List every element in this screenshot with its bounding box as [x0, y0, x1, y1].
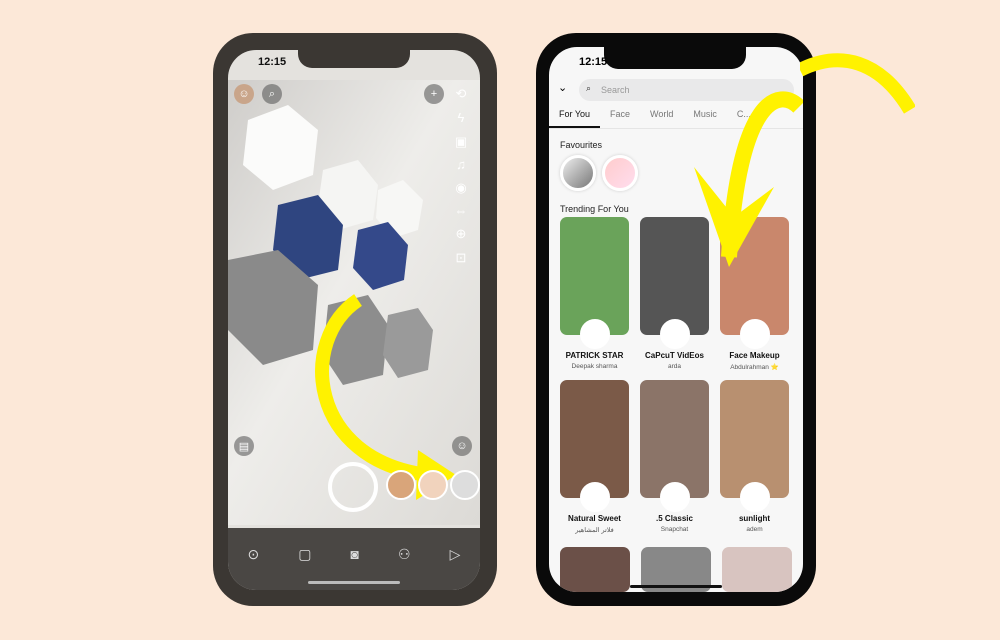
music-icon[interactable]: ♫	[452, 157, 470, 172]
lens-avatar	[739, 319, 770, 349]
lens-author[interactable]: Deepak sharma	[560, 363, 629, 370]
scan-icon[interactable]: ⊡	[452, 250, 470, 266]
lens-name: Face Makeup	[729, 351, 780, 360]
tab-world[interactable]: World	[640, 109, 683, 128]
home-indicator	[308, 581, 400, 584]
shutter-button[interactable]	[328, 462, 378, 512]
home-indicator	[630, 585, 722, 588]
lens-item[interactable]	[386, 470, 416, 500]
avatar[interactable]: ☺	[234, 84, 254, 104]
lens-card[interactable]: Natural Sweet فلاتر المشاهير	[560, 380, 629, 534]
lens-name: CaPcuT VidEos	[645, 351, 704, 360]
left-phone: 12:15 ☺ ⌕ + ⟲ ϟ ▣ ♫ ◉ ⇔ ⊕ ⊡ ▤ ☺ ⊙ ▢ ◙ ⚇ …	[213, 33, 497, 606]
map-icon[interactable]: ⊙	[248, 546, 260, 563]
tab-for-you[interactable]: For You	[549, 109, 601, 128]
right-phone: 12:15 ⌄ ⌕ Search For You Face World Music…	[536, 33, 816, 606]
lens-author[interactable]: Snapchat	[640, 526, 709, 533]
lens-author[interactable]: arda	[640, 363, 709, 370]
lens-item[interactable]	[450, 470, 480, 500]
favourites-heading: Favourites	[560, 140, 603, 150]
lens-thumbnail[interactable]	[640, 380, 709, 498]
plus-icon[interactable]: ⊕	[452, 226, 470, 242]
search-icon: ⌕	[586, 83, 592, 93]
flip-camera-icon[interactable]: ⟲	[452, 86, 470, 102]
lens-thumbnail[interactable]	[560, 380, 629, 498]
flash-off-icon[interactable]: ϟ	[452, 110, 470, 125]
lens-thumbnail[interactable]	[720, 380, 789, 498]
lens-item[interactable]	[418, 470, 448, 500]
status-time: 12:15	[579, 56, 608, 68]
favourite-lens[interactable]	[602, 155, 638, 191]
lens-author[interactable]: فلاتر المشاهير	[560, 526, 629, 534]
lens-card[interactable]: PATRICK STAR Deepak sharma	[560, 217, 629, 370]
lens-author[interactable]: adem	[720, 526, 789, 533]
chat-icon[interactable]: ▢	[298, 546, 311, 563]
lens-explore-icon[interactable]: ☺	[452, 436, 472, 456]
lens-name: Natural Sweet	[568, 514, 621, 523]
lens-explorer-screen: 12:15 ⌄ ⌕ Search For You Face World Music…	[549, 47, 803, 592]
lens-avatar	[739, 482, 770, 512]
lens-avatar	[579, 319, 610, 349]
camera-mode-icon[interactable]: ◉	[452, 180, 470, 196]
yellow-arrow-tail	[800, 53, 915, 114]
friends-icon[interactable]: ⚇	[398, 546, 411, 563]
add-friend-icon[interactable]: +	[424, 84, 444, 104]
tab-face[interactable]: Face	[600, 109, 640, 128]
lens-avatar	[659, 482, 690, 512]
status-time: 12:15	[258, 56, 287, 68]
video-icon[interactable]: ▣	[452, 134, 470, 150]
lens-name: .5 Classic	[656, 514, 693, 523]
lens-card[interactable]: .5 Classic Snapchat	[640, 380, 709, 533]
lens-name: sunlight	[738, 514, 771, 523]
lens-avatar	[659, 319, 690, 349]
camera-icon[interactable]: ◙	[351, 546, 359, 562]
trending-heading: Trending For You	[560, 204, 629, 214]
memories-icon[interactable]: ▤	[234, 436, 254, 456]
camera-preview	[228, 80, 480, 525]
lens-thumbnail[interactable]	[560, 217, 629, 335]
camera-screen: 12:15 ☺ ⌕ + ⟲ ϟ ▣ ♫ ◉ ⇔ ⊕ ⊡ ▤ ☺ ⊙ ▢ ◙ ⚇ …	[228, 50, 480, 590]
chevron-down-icon[interactable]: ⌄	[558, 81, 567, 94]
dual-camera-icon[interactable]: ⇔	[452, 203, 470, 218]
lens-author[interactable]: Abdulrahman ⭐	[720, 363, 789, 371]
yellow-arrow	[694, 91, 803, 267]
lens-name: PATRICK STAR	[565, 351, 624, 360]
lens-thumbnail[interactable]	[560, 547, 630, 592]
lens-avatar	[579, 482, 610, 512]
lens-thumbnail[interactable]	[722, 547, 792, 592]
stories-icon[interactable]: ▷	[450, 546, 461, 563]
favourite-lens[interactable]	[560, 155, 596, 191]
notch	[604, 47, 746, 69]
search-icon[interactable]: ⌕	[262, 84, 282, 104]
search-placeholder: Search	[601, 85, 630, 95]
notch	[298, 50, 410, 68]
lens-card[interactable]: sunlight adem	[720, 380, 789, 533]
